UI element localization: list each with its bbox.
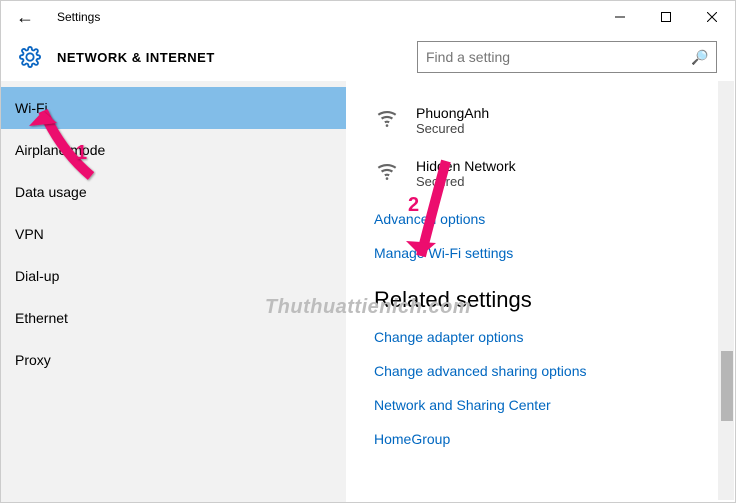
wifi-network-status: Secured (416, 174, 516, 189)
sidebar-item-label: Ethernet (15, 310, 68, 326)
related-link[interactable]: Network and Sharing Center (374, 397, 715, 413)
scrollbar-thumb[interactable] (721, 351, 733, 421)
search-icon: 🔍 (691, 49, 708, 66)
sidebar-item-label: Wi-Fi (15, 100, 48, 116)
sidebar-item-ethernet[interactable]: Ethernet (1, 297, 346, 339)
manage-wifi-settings-link[interactable]: Manage Wi-Fi settings (374, 245, 715, 261)
wifi-icon (374, 105, 402, 133)
sidebar: Wi-Fi Airplane mode Data usage VPN Dial-up Et… (1, 81, 346, 502)
arrow-left-icon: ← (16, 7, 34, 28)
sidebar-item-wifi[interactable]: Wi-Fi (1, 87, 346, 129)
scrollbar-track[interactable] (718, 81, 734, 500)
sidebar-item-label: Airplane mode (15, 142, 105, 158)
page-title: NETWORK & INTERNET (57, 50, 215, 65)
wifi-network[interactable]: PhuongAnhSecured (374, 105, 715, 136)
sidebar-item-label: Dial-up (15, 268, 59, 284)
related-link[interactable]: HomeGroup (374, 431, 715, 447)
close-icon (707, 12, 717, 22)
advanced-options-link[interactable]: Advanced options (374, 211, 715, 227)
sidebar-item-data-usage[interactable]: Data usage (1, 171, 346, 213)
window-title: Settings (49, 10, 100, 24)
sidebar-item-label: Data usage (15, 184, 87, 200)
sidebar-item-proxy[interactable]: Proxy (1, 339, 346, 381)
minimize-icon (615, 12, 625, 22)
sidebar-item-label: Proxy (15, 352, 51, 368)
content-pane: PhuongAnhSecuredHidden NetworkSecured Ad… (346, 81, 735, 502)
related-link[interactable]: Change adapter options (374, 329, 715, 345)
wifi-network-status: Secured (416, 121, 489, 136)
wifi-network-name: Hidden Network (416, 158, 516, 174)
close-button[interactable] (689, 1, 735, 33)
back-button[interactable]: ← (1, 1, 49, 33)
wifi-network-name: PhuongAnh (416, 105, 489, 121)
wifi-network[interactable]: Hidden NetworkSecured (374, 158, 715, 189)
related-settings-heading: Related settings (374, 287, 715, 313)
search-box[interactable]: 🔍 (417, 41, 717, 73)
search-input[interactable] (426, 49, 691, 65)
minimize-button[interactable] (597, 1, 643, 33)
maximize-button[interactable] (643, 1, 689, 33)
sidebar-item-airplane-mode[interactable]: Airplane mode (1, 129, 346, 171)
gear-icon (19, 46, 41, 68)
sidebar-item-vpn[interactable]: VPN (1, 213, 346, 255)
sidebar-item-dial-up[interactable]: Dial-up (1, 255, 346, 297)
sidebar-item-label: VPN (15, 226, 44, 242)
wifi-icon (374, 158, 402, 186)
maximize-icon (661, 12, 671, 22)
related-link[interactable]: Change advanced sharing options (374, 363, 715, 379)
